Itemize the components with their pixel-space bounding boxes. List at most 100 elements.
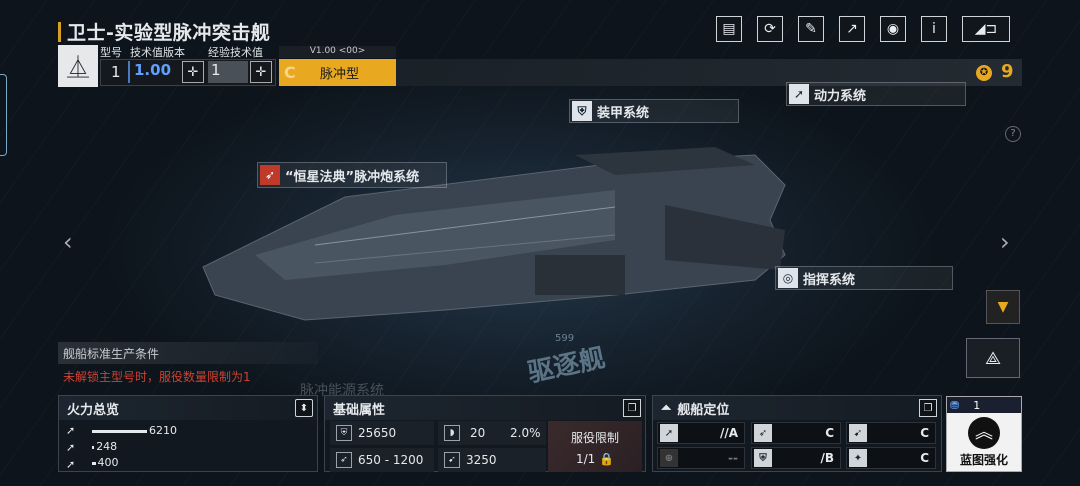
grade-antiair: ⊕ -- [657,447,745,469]
blueprint-level-icon: ⛃ [950,398,960,412]
armor-value: 20 [470,426,486,440]
cargo-cell: ➹ 3250 [438,448,546,472]
prev-arrow-icon[interactable]: ‹ [63,228,73,256]
command-system-label: 指挥系统 [803,272,856,288]
info-icon[interactable]: i [921,16,947,42]
hull-icon: ⛨ [336,425,352,441]
pulse-cannon-label: “恒星法典”脉冲炮系统 [285,169,420,185]
grade-assault: ➚ //A [657,422,745,444]
ship-type-badge: C 脉冲型 [279,59,396,86]
firepower-value: 400 [97,456,119,469]
lock-icon: 🔒 [599,452,615,466]
grade-defense: ⛨ /B [751,447,841,469]
command-system[interactable]: ◎ 指挥系统 [775,266,953,290]
firepower-aux-icon: ➚ [66,458,76,471]
toolbar: ▤ ⟳ ✎ ↗ ◉ i ◢⊐ [716,16,1010,42]
defense-icon: ⛨ [754,449,772,467]
cargo-value: 3250 [466,453,497,467]
model-label: 型号 [100,46,122,59]
exp-value: 1 [208,61,248,83]
blueprint-level: 1 [973,398,981,412]
position-icon: ⏶ [661,400,672,416]
service-value: 1/1 [575,452,596,466]
radar-icon: ◎ [778,268,798,288]
firepower-bar [92,430,147,433]
firepower-main-icon: ➚ [66,424,76,437]
firepower-value: 248 [96,440,118,453]
armor-icon: ◗ [444,425,460,441]
position-window-icon[interactable]: ❐ [919,399,937,417]
armor-system-label: 装甲系统 [597,105,650,121]
grade-value: C [825,426,834,440]
blueprint-enhance-button[interactable]: ⛃ 1 ︽ 蓝图强化 [946,396,1022,472]
grade-support: ➹ C [846,422,936,444]
support-icon: ➹ [849,424,867,442]
grade-strike: ➶ C [751,422,841,444]
antiair-icon: ⊕ [660,449,678,467]
version-label: V1.00 <00> [279,46,396,58]
hp-value: 25650 [358,426,397,440]
currency-icon: ✪ [976,65,992,81]
production-warning: 未解锁主型号时，服役数量限制为1 [63,370,251,384]
currency-value: 9 [1001,61,1014,82]
ship-name: 卫士-实验型脉冲突击舰 [67,22,271,44]
blueprint-level-bar: ⛃ 1 [947,397,1021,413]
service-limit[interactable]: 服役限制 1/1 🔒 [548,421,642,472]
blueprint-icon[interactable]: ▤ [716,16,742,42]
grade-value: -- [728,451,738,465]
type-name: 脉冲型 [320,67,360,82]
expand-down-icon[interactable]: ▼ [986,290,1020,324]
pulse-cannon-system[interactable]: ➶ “恒星法典”脉冲炮系统 [257,162,447,188]
refresh-icon[interactable]: ⟳ [757,16,783,42]
shield-icon: ⛨ [572,101,592,121]
engine-icon: ➚ [789,84,809,104]
detail-window-icon[interactable]: ❐ [623,399,641,417]
grade-value: C [920,426,929,440]
basic-title: 基础属性 [325,396,645,420]
firepower-secondary-icon: ➚ [66,441,76,454]
tech-adjust-icon[interactable]: ✛ [182,61,204,83]
service-label: 服役限制 [570,431,619,445]
tech-value: 1.00 [128,61,178,83]
armor-system[interactable]: ⛨ 装甲系统 [569,99,739,123]
grade-siege: ✦ C [846,447,936,469]
firepower-bar [92,462,96,465]
position-title: ⏶ 舰船定位 [653,396,941,420]
power-system-label: 动力系统 [814,88,867,104]
collapse-icon[interactable]: ⬍ [295,399,313,417]
ship-silhouette-icon: ⏅ [58,45,98,87]
paint-icon[interactable]: ✎ [798,16,824,42]
firepower-icons: ➚ ➚ ➚ [66,422,75,473]
speed-cell: ➶ 650 - 1200 [330,448,434,472]
tech-label: 技术值版本 [130,46,185,59]
power-system[interactable]: ➚ 动力系统 [786,82,966,106]
firepower-title: 火力总览 [59,396,317,420]
grade-value: /B [820,451,834,465]
armor-pct: 2.0% [510,426,541,440]
missile-icon: ➶ [260,165,280,185]
share-icon[interactable]: ↗ [839,16,865,42]
back-icon[interactable]: ◢⊐ [962,16,1010,42]
position-title-text: 舰船定位 [677,402,730,418]
side-drawer-handle[interactable] [0,74,7,156]
firepower-bar [92,446,95,449]
hp-cell: ⛨ 25650 [330,421,434,445]
exp-adjust-icon[interactable]: ✛ [250,61,272,83]
view-icon[interactable]: ◉ [880,16,906,42]
cargo-icon: ➹ [444,452,460,468]
chevron-up-icon: ︽ [968,417,1000,449]
speed-icon: ➶ [336,452,352,468]
strike-icon: ➶ [754,424,772,442]
assault-icon: ➚ [660,424,678,442]
next-arrow-icon[interactable]: › [1000,228,1010,256]
ship-title: 卫士-实验型脉冲突击舰 [58,18,270,45]
firepower-value: 6210 [149,424,177,437]
speed-value: 650 - 1200 [358,453,424,467]
grade-value: C [920,451,929,465]
blueprint-label: 蓝图强化 [959,453,1008,467]
siege-icon: ✦ [849,449,867,467]
title-accent-bar [58,21,61,42]
upgrade-icon[interactable]: ⟁ [966,338,1020,378]
exp-label: 经验技术值 [208,46,263,59]
help-icon[interactable]: ? [1005,126,1021,142]
